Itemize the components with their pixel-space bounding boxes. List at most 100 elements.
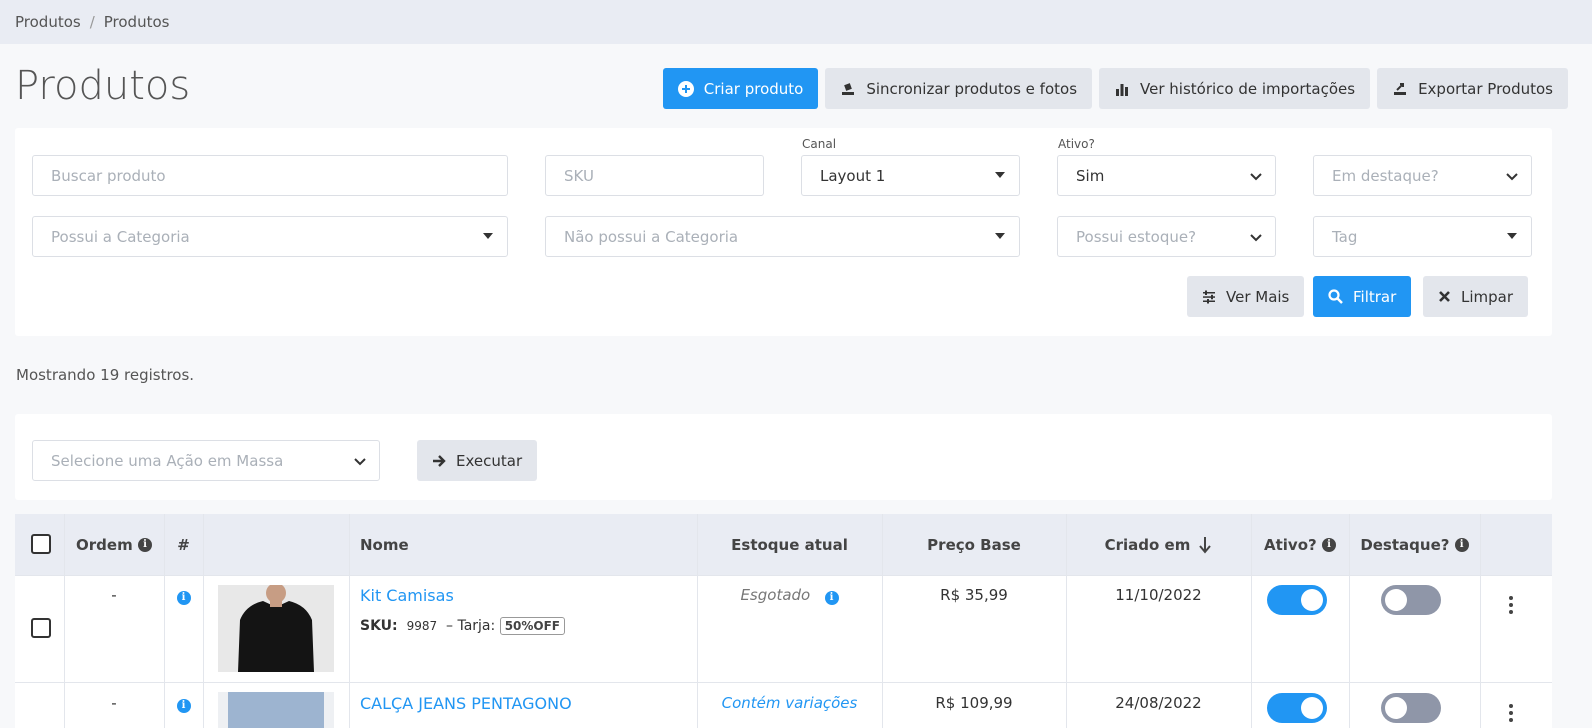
chevron-down-icon (1506, 173, 1518, 181)
sku-value: 9987 (406, 619, 438, 633)
header-criado[interactable]: Criado em (1066, 514, 1251, 575)
caret-down-icon (995, 172, 1005, 178)
records-count: Mostrando 19 registros. (16, 366, 195, 384)
stock-placeholder: Possui estoque? (1076, 227, 1197, 246)
header-estoque[interactable]: Estoque atual (697, 514, 882, 575)
tarja-label: – Tarja: (446, 618, 496, 634)
filter-button[interactable]: Filtrar (1313, 276, 1412, 317)
import-history-label: Ver histórico de importações (1140, 79, 1356, 98)
clear-button[interactable]: Limpar (1423, 276, 1529, 317)
create-product-button[interactable]: Criar produto (662, 68, 819, 109)
plus-circle-icon (677, 80, 694, 97)
info-icon: i (1321, 537, 1336, 552)
more-options-icon[interactable] (1509, 704, 1513, 722)
row-checkbox[interactable] (31, 618, 51, 638)
search-product-input[interactable]: Buscar produto (32, 155, 508, 196)
info-icon: i (1454, 537, 1469, 552)
canal-select[interactable]: Layout 1 (801, 155, 1020, 196)
sync-products-label: Sincronizar produtos e fotos (866, 79, 1078, 98)
stock-select[interactable]: Possui estoque? (1057, 216, 1276, 257)
tag-placeholder: Tag (1332, 227, 1358, 246)
import-history-button[interactable]: Ver histórico de importações (1099, 68, 1371, 109)
header-ativo: Ativo? i (1251, 514, 1349, 575)
chevron-down-icon (1250, 173, 1262, 181)
page-title: Produtos (15, 63, 191, 109)
active-toggle[interactable] (1267, 693, 1327, 723)
not-category-select[interactable]: Não possui a Categoria (545, 216, 1020, 257)
caret-down-icon (1507, 233, 1517, 239)
export-products-button[interactable]: Exportar Produtos (1377, 68, 1568, 109)
arrow-right-icon (432, 454, 446, 468)
clear-label: Limpar (1461, 287, 1514, 306)
execute-label: Executar (456, 451, 523, 470)
header-preco[interactable]: Preço Base (882, 514, 1066, 575)
breadcrumb-item-current: Produtos (103, 13, 170, 31)
header-ordem[interactable]: Ordem i (64, 514, 164, 575)
info-icon[interactable]: i (176, 698, 191, 713)
bar-chart-icon (1114, 81, 1130, 97)
search-icon (1328, 289, 1343, 304)
row-sku-line: SKU: 9987 – Tarja: 50%OFF (360, 617, 566, 635)
header-hash: # (177, 535, 190, 554)
see-more-label: Ver Mais (1226, 287, 1290, 306)
header-destaque: Destaque? i (1349, 514, 1480, 575)
row-stock: Esgotado i (697, 586, 882, 605)
close-icon (1438, 290, 1451, 303)
caret-down-icon (483, 233, 493, 239)
see-more-button[interactable]: Ver Mais (1187, 276, 1305, 317)
row-created: 11/10/2022 (1115, 586, 1202, 604)
export-icon (1392, 81, 1408, 97)
row-info[interactable]: i (164, 586, 203, 605)
product-thumbnail[interactable] (218, 692, 334, 728)
row-ordem: - (111, 586, 117, 604)
more-options-icon[interactable] (1509, 596, 1513, 614)
ativo-select[interactable]: Sim (1057, 155, 1276, 196)
header-ativo-label: Ativo? (1264, 535, 1317, 554)
canal-value: Layout 1 (820, 166, 886, 185)
header-destaque-label: Destaque? (1360, 535, 1450, 554)
row-product-name[interactable]: CALÇA JEANS PENTAGONO (360, 694, 572, 713)
header-actions: Criar produto Sincronizar produtos e fot… (662, 68, 1568, 109)
execute-button[interactable]: Executar (417, 440, 537, 481)
tag-select[interactable]: Tag (1313, 216, 1532, 257)
sku-input[interactable]: SKU (545, 155, 764, 196)
sliders-icon (1202, 290, 1216, 304)
product-thumbnail[interactable] (218, 585, 334, 672)
header-nome[interactable]: Nome (360, 514, 409, 575)
row-created: 24/08/2022 (1115, 694, 1202, 712)
row-stock: Contém variações (697, 694, 882, 712)
arrow-down-icon (1199, 536, 1212, 554)
active-toggle[interactable] (1267, 585, 1327, 615)
stock-status: Esgotado (740, 586, 811, 604)
breadcrumb-item-produtos[interactable]: Produtos (15, 13, 81, 31)
featured-toggle[interactable] (1381, 693, 1441, 723)
export-products-label: Exportar Produtos (1418, 79, 1553, 98)
chevron-down-icon (1250, 234, 1262, 242)
info-icon[interactable]: i (824, 590, 839, 605)
row-ordem: - (111, 694, 117, 712)
tarja-badge: 50%OFF (499, 617, 566, 635)
has-category-placeholder: Possui a Categoria (51, 227, 190, 246)
featured-toggle[interactable] (1381, 585, 1441, 615)
bulk-action-select[interactable]: Selecione uma Ação em Massa (32, 440, 380, 481)
chevron-down-icon (354, 458, 366, 466)
row-product-name[interactable]: Kit Camisas (360, 586, 454, 605)
destaque-placeholder: Em destaque? (1332, 166, 1439, 185)
header-criado-label: Criado em (1104, 535, 1191, 554)
destaque-select[interactable]: Em destaque? (1313, 155, 1532, 196)
row-info[interactable]: i (164, 694, 203, 713)
stock-status[interactable]: Contém variações (722, 694, 858, 712)
create-product-label: Criar produto (703, 79, 804, 98)
bulk-action-placeholder: Selecione uma Ação em Massa (51, 451, 284, 470)
sync-products-button[interactable]: Sincronizar produtos e fotos (825, 68, 1093, 109)
tshirt-image (218, 585, 334, 672)
info-icon[interactable]: i (176, 590, 191, 605)
filters-panel: Buscar produto SKU Canal Layout 1 Ativo?… (15, 128, 1552, 336)
jeans-image (218, 692, 334, 728)
sku-label: SKU: (360, 618, 398, 634)
select-all-checkbox[interactable] (31, 534, 51, 554)
has-category-select[interactable]: Possui a Categoria (32, 216, 508, 257)
row-price: R$ 109,99 (935, 694, 1013, 712)
product-name-link[interactable]: Kit Camisas (360, 586, 454, 605)
product-name-link[interactable]: CALÇA JEANS PENTAGONO (360, 694, 572, 713)
